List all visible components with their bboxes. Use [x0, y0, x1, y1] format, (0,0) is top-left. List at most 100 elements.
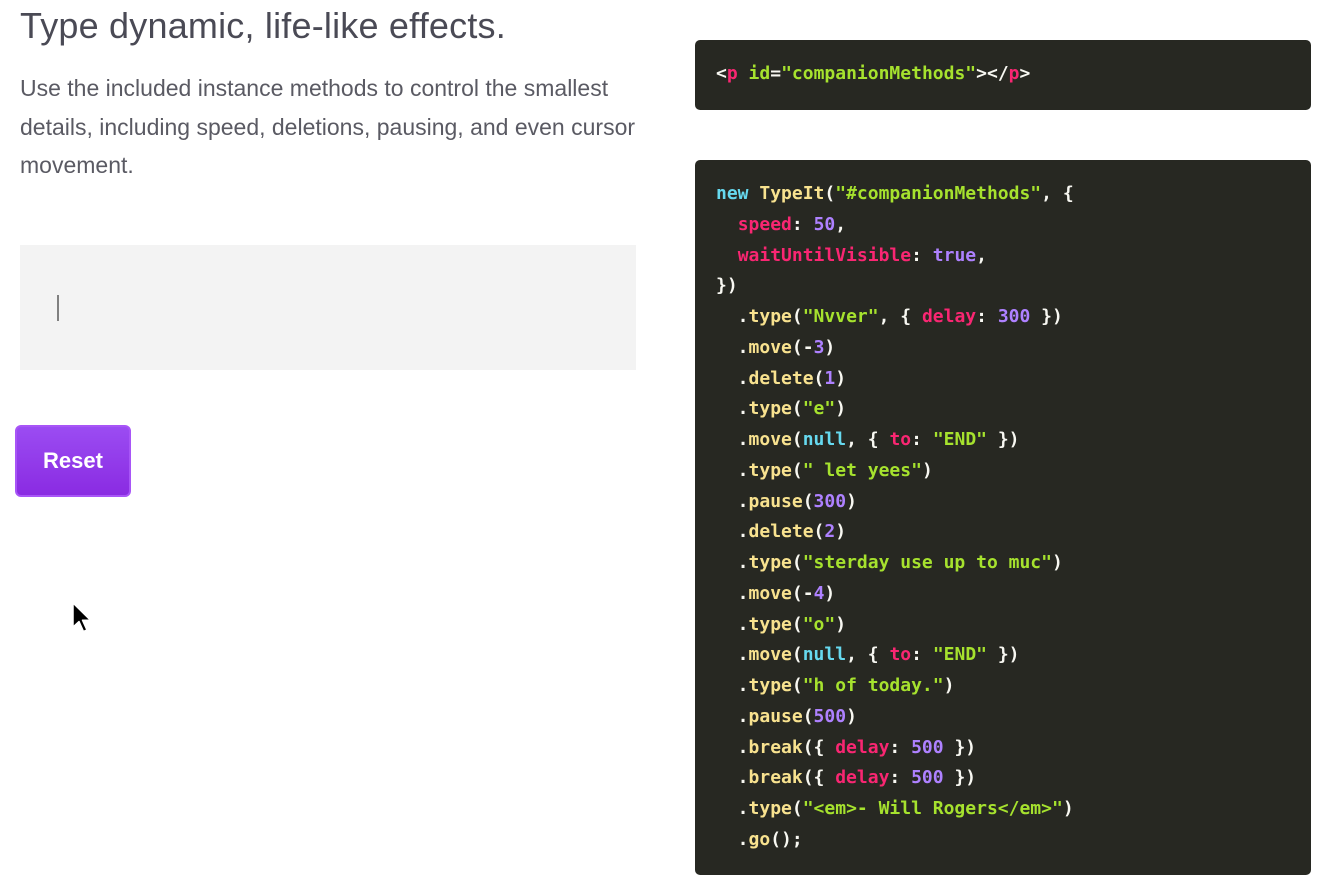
- code-token: .: [716, 398, 749, 420]
- code-token: :: [889, 736, 912, 758]
- code-line: .pause(300): [716, 487, 1311, 518]
- code-token: ,: [976, 244, 987, 266]
- code-token: ): [835, 613, 847, 635]
- code-token: break: [748, 736, 803, 758]
- code-token: (: [791, 429, 803, 450]
- code-token: :: [911, 644, 933, 666]
- code-token: }): [943, 767, 977, 789]
- code-token: "#companionMethods": [835, 183, 1042, 204]
- code-token: (-: [791, 336, 814, 358]
- code-token: "END": [932, 429, 987, 450]
- code-token: p: [726, 63, 738, 84]
- code-line: .delete(1): [716, 364, 1311, 395]
- code-token: .: [716, 459, 749, 481]
- code-token: 4: [813, 582, 825, 604]
- code-token: type: [748, 613, 792, 635]
- code-line: .move(null, { to: "END" }): [716, 425, 1311, 456]
- code-line: .type("Nvver", { delay: 300 }): [716, 302, 1311, 333]
- code-token: waitUntilVisible: [737, 244, 912, 266]
- code-line: .move(-4): [716, 579, 1311, 610]
- code-token: :: [911, 429, 933, 450]
- code-token: }): [943, 736, 977, 758]
- code-token: move: [748, 429, 792, 450]
- code-token: (: [791, 306, 803, 327]
- code-token: ): [1051, 552, 1063, 573]
- code-token: ): [824, 336, 836, 358]
- typing-demo-output: [20, 245, 636, 370]
- code-token: ): [943, 675, 955, 696]
- code-token: 300: [997, 306, 1031, 327]
- code-token: .: [716, 798, 749, 819]
- code-token: "e": [802, 398, 836, 420]
- code-token: ): [1062, 798, 1074, 819]
- code-token: , {: [846, 429, 890, 450]
- code-line: .break({ delay: 500 }): [716, 733, 1311, 764]
- code-token: (: [791, 613, 803, 635]
- code-token: :: [976, 306, 998, 327]
- code-token: .: [716, 613, 749, 635]
- code-token: "Nvver": [802, 306, 879, 327]
- code-token: move: [748, 582, 792, 604]
- code-line: speed: 50,: [716, 210, 1311, 241]
- code-line: .pause(500): [716, 702, 1311, 733]
- code-token: pause: [748, 490, 803, 512]
- code-token: .: [716, 736, 749, 758]
- code-token: (: [791, 675, 803, 696]
- code-line: .type("o"): [716, 610, 1311, 641]
- code-token: 3: [813, 336, 825, 358]
- code-token: "<em>- Will Rogers</em>": [802, 798, 1063, 819]
- code-token: }): [716, 275, 738, 297]
- code-line: .move(-3): [716, 333, 1311, 364]
- code-line: .type("sterday use up to muc"): [716, 548, 1311, 579]
- code-token: :: [911, 244, 933, 266]
- code-token: 300: [813, 490, 847, 512]
- code-token: (: [813, 367, 825, 389]
- code-token: , {: [846, 644, 890, 666]
- code-token: "h of today.": [802, 675, 944, 696]
- code-token: 50: [813, 213, 836, 235]
- code-token: }): [987, 429, 1020, 450]
- code-token: .: [716, 336, 749, 358]
- code-token: .: [716, 552, 749, 573]
- text-cursor-icon: [57, 295, 59, 321]
- code-token: .: [716, 582, 749, 604]
- code-line: waitUntilVisible: true,: [716, 241, 1311, 272]
- code-token: break: [748, 767, 803, 789]
- code-token: (: [813, 521, 825, 543]
- code-token: type: [748, 675, 792, 696]
- code-token: to: [889, 644, 912, 666]
- reset-button[interactable]: Reset: [15, 425, 131, 497]
- code-token: .: [716, 828, 749, 850]
- page-description: Use the included instance methods to con…: [20, 75, 636, 178]
- code-line: }): [716, 271, 1311, 302]
- code-token: , {: [878, 306, 922, 327]
- code-token: ();: [770, 828, 803, 850]
- code-token: move: [748, 336, 792, 358]
- code-token: (-: [791, 582, 814, 604]
- code-line: .type(" let yees"): [716, 456, 1311, 487]
- js-code-block: new TypeIt("#companionMethods", { speed:…: [695, 160, 1311, 875]
- code-token: (: [791, 644, 803, 666]
- code-token: ></: [976, 63, 1009, 84]
- code-token: .: [716, 521, 749, 543]
- code-line: .move(null, { to: "END" }): [716, 640, 1311, 671]
- code-token: ): [835, 398, 847, 420]
- code-token: delete: [748, 367, 814, 389]
- code-token: ({: [802, 767, 836, 789]
- code-token: ): [835, 367, 847, 389]
- code-line: .type("e"): [716, 394, 1311, 425]
- code-token: .: [716, 367, 749, 389]
- code-token: TypeIt: [759, 183, 825, 204]
- code-token: (: [802, 490, 814, 512]
- code-token: type: [748, 798, 792, 819]
- code-token: , {: [1041, 183, 1074, 204]
- code-line: .type("<em>- Will Rogers</em>"): [716, 794, 1311, 825]
- code-token: (: [802, 705, 814, 727]
- code-token: .: [716, 429, 749, 450]
- code-line: .go();: [716, 825, 1311, 856]
- code-token: 1: [824, 367, 836, 389]
- code-token: "sterday use up to muc": [802, 552, 1052, 573]
- code-token: type: [748, 398, 792, 420]
